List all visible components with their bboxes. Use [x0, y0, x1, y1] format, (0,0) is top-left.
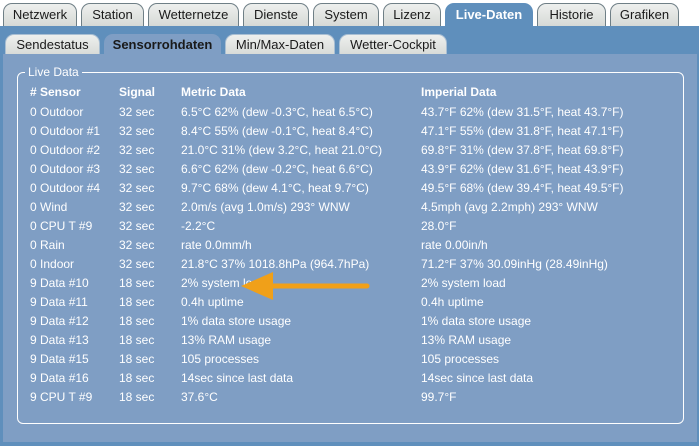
table-cell-sensor: 0 Outdoor [30, 105, 84, 119]
table-cell-imperial: 2% system load [421, 276, 506, 290]
tab-lizenz[interactable]: Lizenz [383, 3, 441, 26]
table-cell-signal: 32 sec [119, 143, 155, 157]
main-tab-bar: Netzwerk Station Wetternetze Dienste Sys… [0, 0, 699, 26]
table-cell-imperial: 43.7°F 62% (dew 31.5°F, heat 43.7°F) [421, 105, 624, 119]
subtab-sendestatus[interactable]: Sendestatus [5, 34, 100, 54]
table-cell-imperial: 71.2°F 37% 30.09inHg (28.49inHg) [421, 257, 608, 271]
table-cell-metric: 2.0m/s (avg 1.0m/s) 293° WNW [181, 200, 350, 214]
table-cell-signal: 32 sec [119, 200, 155, 214]
column-header-signal: Signal [119, 85, 156, 99]
table-cell-sensor: 9 Data #15 [30, 352, 89, 366]
column-header-metric: Metric Data [181, 85, 246, 99]
tab-dienste[interactable]: Dienste [243, 3, 309, 26]
table-cell-sensor: 9 Data #13 [30, 333, 89, 347]
table-cell-signal: 18 sec [119, 333, 155, 347]
table-cell-metric: -2.2°C [181, 219, 216, 233]
table-cell-metric: rate 0.0mm/h [181, 238, 252, 252]
table-cell-sensor: 9 Data #12 [30, 314, 89, 328]
sub-tab-bar: Sendestatus Sensorrohdaten Min/Max-Daten… [0, 26, 699, 55]
table-cell-metric: 37.6°C [181, 390, 218, 404]
table-cell-signal: 32 sec [119, 162, 155, 176]
table-cell-sensor: 0 Outdoor #3 [30, 162, 101, 176]
table-cell-sensor: 9 Data #10 [30, 276, 89, 290]
tab-wetternetze[interactable]: Wetternetze [148, 3, 239, 26]
subtab-min-max-daten[interactable]: Min/Max-Daten [225, 34, 335, 54]
table-cell-sensor: 9 Data #16 [30, 371, 89, 385]
live-data-legend: Live Data [25, 65, 82, 79]
table-cell-signal: 32 sec [119, 105, 155, 119]
table-cell-signal: 18 sec [119, 352, 155, 366]
subtab-sensorrohdaten[interactable]: Sensorrohdaten [104, 34, 221, 55]
table-cell-signal: 32 sec [119, 238, 155, 252]
table-cell-signal: 18 sec [119, 276, 155, 290]
table-cell-sensor: 0 Wind [30, 200, 68, 214]
content-inner: Live Data # Sensor Signal Metric Data Imper… [3, 54, 697, 442]
table-cell-signal: 32 sec [119, 257, 155, 271]
table-cell-sensor: 0 Indoor [30, 257, 75, 271]
table-cell-imperial: 28.0°F [421, 219, 457, 233]
table-cell-sensor: 0 Outdoor #2 [30, 143, 101, 157]
table-cell-imperial: 49.5°F 68% (dew 39.4°F, heat 49.5°F) [421, 181, 624, 195]
table-cell-signal: 32 sec [119, 219, 155, 233]
table-cell-metric: 21.0°C 31% (dew 3.2°C, heat 21.0°C) [181, 143, 383, 157]
table-cell-sensor: 0 Outdoor #1 [30, 124, 101, 138]
column-header-sensor: # Sensor [30, 85, 81, 99]
table-cell-imperial: 1% data store usage [421, 314, 532, 328]
table-cell-signal: 18 sec [119, 371, 155, 385]
table-cell-metric: 6.5°C 62% (dew -0.3°C, heat 6.5°C) [181, 105, 373, 119]
table-cell-metric: 13% RAM usage [181, 333, 272, 347]
table-cell-imperial: 105 processes [421, 352, 500, 366]
tab-historie[interactable]: Historie [537, 3, 606, 26]
tab-live-daten[interactable]: Live-Daten [445, 3, 533, 26]
table-cell-signal: 32 sec [119, 181, 155, 195]
table-cell-imperial: 69.8°F 31% (dew 37.8°F, heat 69.8°F) [421, 143, 624, 157]
table-cell-imperial: 13% RAM usage [421, 333, 512, 347]
table-cell-metric: 1% data store usage [181, 314, 292, 328]
table-cell-imperial: 43.9°F 62% (dew 31.6°F, heat 43.9°F) [421, 162, 624, 176]
table-cell-sensor: 0 Outdoor #4 [30, 181, 101, 195]
table-cell-sensor: 9 CPU T #9 [30, 390, 93, 404]
orange-arrow-icon [241, 272, 370, 300]
tab-grafiken[interactable]: Grafiken [610, 3, 679, 26]
table-cell-imperial: 0.4h uptime [421, 295, 484, 309]
table-cell-metric: 6.6°C 62% (dew -0.2°C, heat 6.6°C) [181, 162, 373, 176]
table-cell-imperial: 14sec since last data [421, 371, 534, 385]
table-cell-metric: 0.4h uptime [181, 295, 244, 309]
table-cell-metric: 8.4°C 55% (dew -0.1°C, heat 8.4°C) [181, 124, 373, 138]
table-cell-imperial: 4.5mph (avg 2.2mph) 293° WNW [421, 200, 598, 214]
content-panel: Live Data # Sensor Signal Metric Data Imper… [0, 54, 699, 446]
table-cell-metric: 9.7°C 68% (dew 4.1°C, heat 9.7°C) [181, 181, 369, 195]
table-cell-signal: 18 sec [119, 390, 155, 404]
tab-system[interactable]: System [313, 3, 379, 26]
tab-station[interactable]: Station [81, 3, 144, 26]
table-cell-sensor: 0 Rain [30, 238, 65, 252]
table-cell-sensor: 9 Data #11 [30, 295, 88, 309]
table-cell-signal: 18 sec [119, 295, 155, 309]
tab-netzwerk[interactable]: Netzwerk [3, 3, 77, 26]
table-cell-signal: 32 sec [119, 124, 155, 138]
table-cell-metric: 14sec since last data [181, 371, 294, 385]
table-cell-imperial: 99.7°F [421, 390, 457, 404]
subtab-wetter-cockpit[interactable]: Wetter-Cockpit [339, 34, 447, 54]
table-cell-imperial: rate 0.00in/h [421, 238, 488, 252]
table-cell-sensor: 0 CPU T #9 [30, 219, 93, 233]
table-cell-metric: 105 processes [181, 352, 260, 366]
column-header-imperial: Imperial Data [421, 85, 497, 99]
table-cell-imperial: 47.1°F 55% (dew 31.8°F, heat 47.1°F) [421, 124, 624, 138]
table-cell-signal: 18 sec [119, 314, 155, 328]
